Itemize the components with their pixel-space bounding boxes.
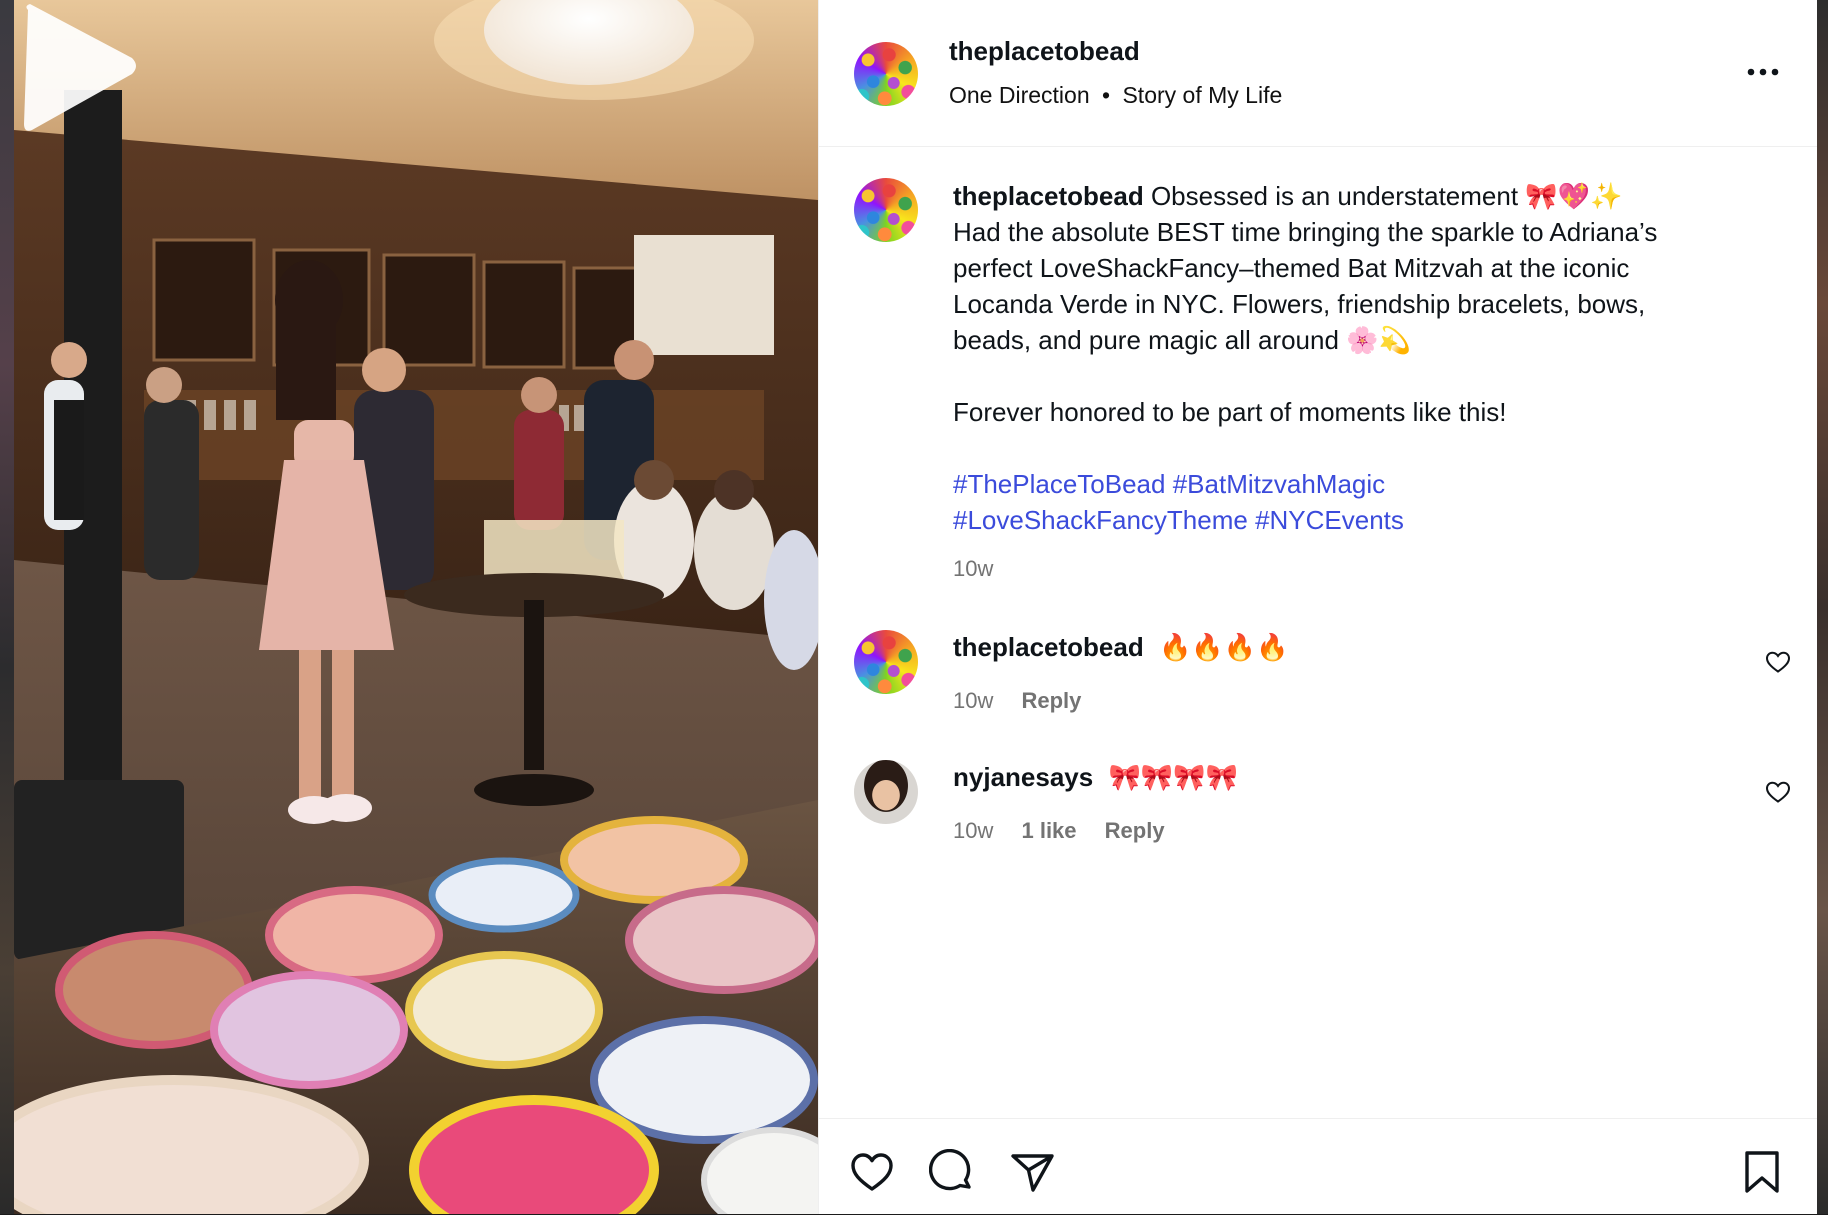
comment-timestamp[interactable]: 10w (953, 688, 993, 713)
audio-track[interactable]: Story of My Life (1122, 82, 1282, 108)
hashtag[interactable]: #NYCEvents (1255, 505, 1404, 535)
caption-line-2: Had the absolute BEST time bringing the … (953, 217, 1658, 247)
post-video[interactable] (14, 0, 818, 1214)
hashtag[interactable]: #ThePlaceToBead (953, 469, 1165, 499)
caption-line-3: perfect LoveShackFancy–themed Bat Mitzva… (953, 253, 1630, 283)
bookmark-icon[interactable] (1739, 1149, 1785, 1195)
post-details-panel: theplacetobead One Direction • Story of … (818, 0, 1817, 1214)
audio-separator: • (1102, 82, 1111, 108)
caption-avatar[interactable] (854, 178, 918, 242)
comment-avatar[interactable] (854, 760, 918, 824)
play-icon[interactable] (14, 0, 144, 135)
caption-username[interactable]: theplacetobead (953, 181, 1144, 211)
comment-username[interactable]: nyjanesays (953, 762, 1093, 792)
caption-timestamp[interactable]: 10w (953, 556, 993, 582)
backdrop-right (1816, 0, 1828, 1214)
comment-body: nyjanesays 🎀🎀🎀🎀 (953, 762, 1238, 793)
hashtag-line-1: #ThePlaceToBead #BatMitzvahMagic (953, 466, 1783, 502)
more-horizontal-icon[interactable] (1743, 60, 1783, 84)
audio-info: One Direction • Story of My Life (949, 82, 1282, 109)
comment-username[interactable]: theplacetobead (953, 632, 1144, 662)
comment-meta: 10w Reply (953, 688, 1103, 714)
comment-like-heart-icon[interactable] (1765, 650, 1791, 674)
comment-timestamp[interactable]: 10w (953, 818, 993, 843)
post-header: theplacetobead One Direction • Story of … (819, 0, 1817, 147)
backdrop-left (0, 0, 14, 1214)
reply-button[interactable]: Reply (1105, 818, 1165, 843)
author-username[interactable]: theplacetobead (949, 36, 1140, 67)
caption-closing: Forever honored to be part of moments li… (953, 397, 1507, 427)
caption-line-1: theplacetobead Obsessed is an understate… (953, 178, 1783, 214)
caption-text: Obsessed is an understatement 🎀💖✨ (1150, 181, 1623, 211)
hashtag-line-2: #LoveShackFancyTheme #NYCEvents (953, 502, 1783, 538)
hashtag[interactable]: #LoveShackFancyTheme (953, 505, 1248, 535)
author-avatar[interactable] (854, 42, 918, 106)
hashtag[interactable]: #BatMitzvahMagic (1173, 469, 1385, 499)
comment-avatar[interactable] (854, 630, 918, 694)
comment-meta: 10w 1 like Reply (953, 818, 1187, 844)
caption-line-5: beads, and pure magic all around 🌸💫 (953, 325, 1411, 355)
comment-text: 🔥🔥🔥🔥 (1158, 632, 1289, 662)
comment-text: 🎀🎀🎀🎀 (1108, 762, 1238, 792)
video-frame (14, 0, 818, 1214)
comment-bubble-icon[interactable] (929, 1149, 975, 1195)
caption: theplacetobead Obsessed is an understate… (953, 178, 1783, 538)
reply-button[interactable]: Reply (1021, 688, 1081, 713)
audio-artist[interactable]: One Direction (949, 82, 1090, 108)
action-bar (819, 1118, 1817, 1215)
heart-icon[interactable] (849, 1149, 895, 1195)
caption-line-4: Locanda Verde in NYC. Flowers, friendshi… (953, 289, 1646, 319)
comment-body: theplacetobead 🔥🔥🔥🔥 (953, 632, 1288, 663)
paper-plane-icon[interactable] (1009, 1149, 1055, 1195)
comment-likes-count[interactable]: 1 like (1021, 818, 1076, 843)
comment-like-heart-icon[interactable] (1765, 780, 1791, 804)
